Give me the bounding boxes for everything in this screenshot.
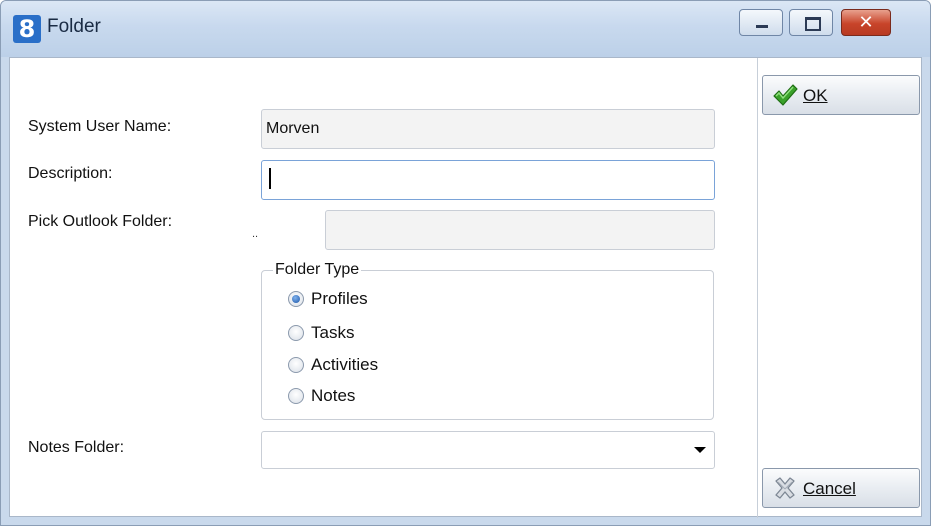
notes-folder-dropdown[interactable] bbox=[261, 431, 715, 469]
window-title: Folder bbox=[47, 16, 101, 37]
system-user-name-label: System User Name: bbox=[28, 118, 172, 135]
cancel-x-icon bbox=[775, 477, 795, 499]
ok-button-label: OK bbox=[803, 86, 828, 105]
folder-type-group-title: Folder Type bbox=[273, 261, 362, 279]
notes-folder-label: Notes Folder: bbox=[28, 439, 125, 456]
minimize-button[interactable] bbox=[739, 9, 783, 36]
cancel-button-label: Cancel bbox=[803, 479, 856, 498]
radio-label-activities: Activities bbox=[311, 355, 379, 374]
description-label: Description: bbox=[28, 165, 113, 182]
radio-label-profiles: Profiles bbox=[311, 289, 368, 308]
radio-unselected-icon[interactable] bbox=[288, 388, 304, 404]
folder-dialog-window: 8 Folder ✕ System User Name: Morven Desc… bbox=[0, 0, 931, 526]
browse-folder-button[interactable]: .. bbox=[252, 228, 258, 240]
radio-label-notes: Notes bbox=[311, 386, 356, 405]
radio-unselected-icon[interactable] bbox=[288, 357, 304, 373]
radio-label-tasks: Tasks bbox=[311, 323, 355, 342]
close-button[interactable]: ✕ bbox=[841, 9, 891, 36]
checkmark-icon bbox=[773, 84, 798, 106]
radio-unselected-icon[interactable] bbox=[288, 325, 304, 341]
close-icon: ✕ bbox=[858, 12, 874, 33]
dialog-body: System User Name: Morven Description: Pi… bbox=[9, 57, 922, 518]
system-user-name-field[interactable]: Morven bbox=[261, 109, 715, 149]
title-bar[interactable]: 8 Folder ✕ bbox=[1, 1, 930, 57]
dropdown-arrow-icon[interactable] bbox=[694, 447, 706, 453]
cancel-button[interactable]: Cancel bbox=[762, 468, 920, 508]
app-logo-icon: 8 bbox=[13, 15, 41, 43]
description-input[interactable] bbox=[261, 160, 715, 200]
pick-outlook-folder-label: Pick Outlook Folder: bbox=[28, 213, 173, 230]
minimize-icon bbox=[756, 25, 768, 28]
radio-selected-icon[interactable] bbox=[288, 291, 304, 307]
maximize-button[interactable] bbox=[789, 9, 833, 36]
ok-button[interactable]: OK bbox=[762, 75, 920, 115]
text-cursor bbox=[269, 168, 271, 189]
outlook-folder-field bbox=[325, 210, 715, 250]
maximize-icon bbox=[805, 17, 821, 31]
button-panel-divider bbox=[757, 58, 758, 518]
